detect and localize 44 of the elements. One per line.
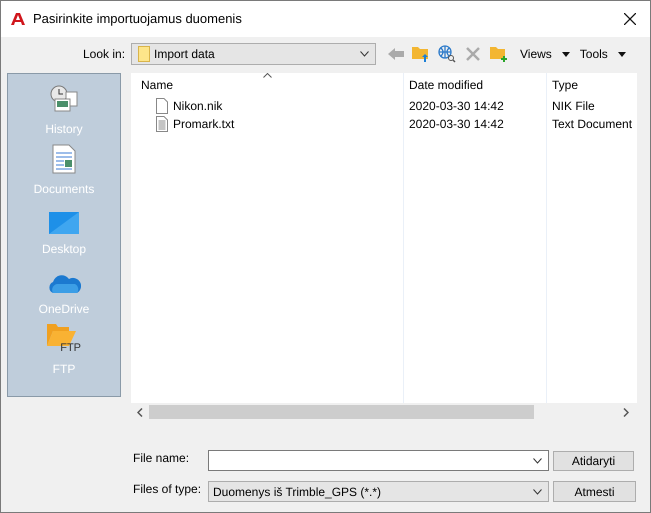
file-type-cell-text: Text Document bbox=[551, 116, 634, 133]
chevron-down-icon bbox=[533, 488, 542, 494]
cancel-button[interactable]: Atmesti bbox=[553, 481, 636, 502]
file-name[interactable]: Nikon.nik bbox=[173, 97, 222, 115]
scrollbar-thumb[interactable] bbox=[149, 405, 534, 419]
open-button[interactable]: Atidaryti bbox=[553, 450, 634, 470]
text-file-icon bbox=[156, 116, 168, 132]
file-type-cell-text: NIK File bbox=[551, 98, 596, 115]
close-icon[interactable] bbox=[624, 13, 636, 25]
folder-icon bbox=[138, 46, 150, 62]
file-type-label: Files of type: bbox=[133, 480, 202, 498]
back-arrow-icon[interactable] bbox=[388, 47, 404, 61]
file-type-dropdown[interactable]: Duomenys iš Trimble_GPS (*.*) bbox=[208, 481, 549, 502]
look-in-label: Look in: bbox=[83, 46, 126, 63]
file-name-field[interactable] bbox=[208, 450, 549, 471]
dropdown-triangle-icon bbox=[618, 52, 626, 56]
new-folder-icon[interactable] bbox=[490, 45, 508, 63]
clock-documents-icon bbox=[49, 84, 79, 114]
chevron-down-icon bbox=[360, 51, 369, 57]
date-cell-text: 2020-03-30 14:42 bbox=[408, 116, 505, 133]
column-header[interactable]: Type bbox=[552, 76, 578, 94]
sort-caret-icon bbox=[263, 73, 272, 78]
look-in-value: Import data bbox=[154, 46, 216, 63]
delete-x-icon[interactable] bbox=[466, 47, 480, 61]
look-in-dropdown[interactable]: Import data bbox=[131, 43, 376, 65]
date-cell-text: 2020-03-30 14:42 bbox=[408, 98, 505, 115]
window-title: Pasirinkite importuojamus duomenis bbox=[33, 10, 242, 28]
tools-menu-button[interactable]: Tools bbox=[580, 45, 626, 63]
app-logo-icon bbox=[11, 12, 25, 26]
file-icon bbox=[156, 98, 168, 114]
file-name[interactable]: Promark.txt bbox=[173, 115, 234, 133]
scroll-right-icon[interactable] bbox=[623, 408, 629, 416]
column-header[interactable]: Name bbox=[141, 76, 174, 94]
file-name-label: File name: bbox=[133, 450, 190, 466]
scroll-left-icon[interactable] bbox=[137, 408, 143, 416]
monitor-icon bbox=[49, 212, 79, 234]
folder-up-icon[interactable] bbox=[412, 45, 430, 63]
chevron-down-icon bbox=[533, 458, 542, 464]
globe-search-icon[interactable] bbox=[438, 45, 456, 63]
column-header[interactable]: Date modified bbox=[409, 76, 484, 94]
file-type-value: Duomenys iš Trimble_GPS (*.*) bbox=[213, 484, 382, 500]
document-icon bbox=[52, 144, 76, 174]
views-menu-button[interactable]: Views bbox=[520, 45, 570, 63]
dropdown-triangle-icon bbox=[562, 52, 570, 56]
